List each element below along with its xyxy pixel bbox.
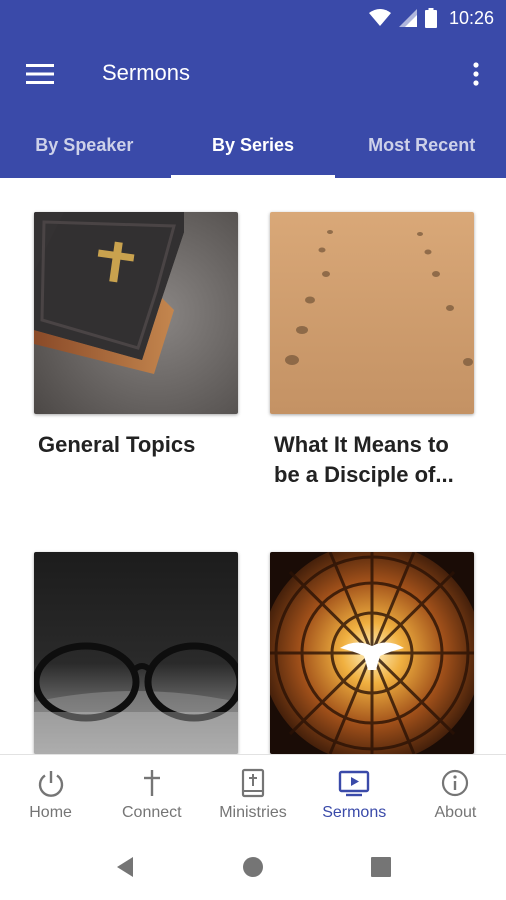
power-icon xyxy=(38,770,63,797)
app-bar: Sermons xyxy=(0,36,506,112)
nav-label: Sermons xyxy=(322,803,387,821)
back-button[interactable] xyxy=(61,847,189,887)
status-bar: 10:26 xyxy=(0,0,506,36)
wifi-icon xyxy=(368,9,391,26)
home-circle-icon xyxy=(243,857,263,877)
nav-label: About xyxy=(434,803,477,821)
series-card-3[interactable] xyxy=(34,552,238,754)
nav-label: Ministries xyxy=(219,803,287,821)
recents-button[interactable] xyxy=(317,847,445,887)
tab-by-speaker[interactable]: By Speaker xyxy=(0,112,169,178)
series-grid: General Topics What It Means to be a Dis… xyxy=(0,178,506,754)
tab-bar: By Speaker By Series Most Recent xyxy=(0,112,506,178)
nav-sermons[interactable]: Sermons xyxy=(304,755,405,834)
more-vert-icon xyxy=(473,62,479,86)
back-triangle-icon xyxy=(117,857,133,877)
clock: 10:26 xyxy=(448,7,494,28)
footprints-image xyxy=(270,212,474,414)
nav-about[interactable]: About xyxy=(405,755,506,834)
cross-icon xyxy=(143,769,160,796)
video-icon xyxy=(339,770,370,796)
nav-label: Connect xyxy=(122,803,182,821)
series-card-disciple[interactable]: What It Means to be a Disciple of... xyxy=(270,212,474,490)
info-icon xyxy=(442,769,469,796)
bible-icon xyxy=(241,768,265,797)
nav-connect[interactable]: Connect xyxy=(101,755,202,834)
overflow-menu-button[interactable] xyxy=(464,58,488,90)
series-title: General Topics xyxy=(38,432,196,457)
glasses-book-image xyxy=(34,552,238,754)
menu-button[interactable] xyxy=(20,58,60,90)
battery-icon xyxy=(424,8,437,28)
series-title: What It Means to be a Disciple of... xyxy=(274,432,454,487)
home-button[interactable] xyxy=(189,847,317,887)
system-navigation-bar xyxy=(0,834,506,900)
signal-icon xyxy=(398,9,417,27)
series-card-general-topics[interactable]: General Topics xyxy=(34,212,238,460)
bottom-navigation: Home Connect Ministries Sermons About xyxy=(0,754,506,834)
status-icons: 10:26 xyxy=(368,6,494,30)
hamburger-menu-icon xyxy=(26,64,54,84)
nav-label: Home xyxy=(29,803,72,821)
tab-by-series[interactable]: By Series xyxy=(169,112,338,178)
tab-most-recent[interactable]: Most Recent xyxy=(337,112,506,178)
nav-home[interactable]: Home xyxy=(0,755,101,834)
series-card-4[interactable] xyxy=(270,552,474,754)
nav-ministries[interactable]: Ministries xyxy=(202,755,303,834)
page-title: Sermons xyxy=(102,60,191,85)
stained-glass-dove-image xyxy=(270,552,474,754)
recents-square-icon xyxy=(371,857,391,877)
bible-image xyxy=(34,212,238,414)
